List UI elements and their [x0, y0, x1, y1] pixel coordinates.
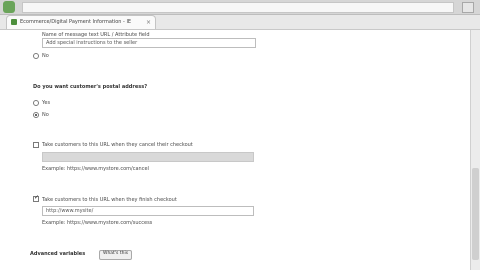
help-button[interactable]: What's this	[99, 250, 133, 260]
cancel-url-checkbox[interactable]	[33, 142, 39, 148]
settings-icon[interactable]	[462, 2, 474, 13]
browser-tab[interactable]: Ecommerce/Digital Payment Information - …	[6, 15, 156, 29]
message-no-label: No	[42, 53, 49, 59]
tab-title: Ecommerce/Digital Payment Information - …	[20, 19, 132, 25]
scrollbar-thumb[interactable]	[472, 168, 479, 260]
address-bar[interactable]	[22, 2, 454, 13]
vertical-scrollbar[interactable]	[470, 30, 480, 270]
tab-bar: Ecommerce/Digital Payment Information - …	[0, 15, 480, 30]
cancel-url-input[interactable]	[42, 152, 254, 162]
form-content: Name of message text URL / Attribute fie…	[0, 30, 470, 270]
close-tab-icon[interactable]: ×	[146, 16, 151, 29]
shipping-yes-radio[interactable]	[33, 100, 39, 106]
shipping-yes-label: Yes	[42, 100, 51, 106]
shipping-no-label: No	[42, 112, 49, 118]
message-no-radio[interactable]	[33, 53, 39, 59]
return-url-input[interactable]: http://www.mysite/	[42, 206, 254, 216]
message-field-input[interactable]: Add special instructions to the seller	[42, 38, 256, 48]
return-url-label: Take customers to this URL when they fin…	[42, 197, 177, 203]
back-button[interactable]	[3, 1, 15, 13]
shipping-no-radio[interactable]	[33, 112, 39, 118]
browser-toolbar	[0, 0, 480, 15]
shipping-question: Do you want customer's postal address?	[33, 84, 148, 90]
cancel-url-example: Example: https://www.mystore.com/cancel	[42, 166, 149, 172]
cancel-url-label: Take customers to this URL when they can…	[42, 142, 193, 148]
advanced-variables-label: Advanced variables	[30, 251, 86, 257]
return-url-example: Example: https://www.mystore.com/success	[42, 220, 153, 226]
page-favicon-icon	[11, 19, 17, 25]
return-url-checkbox[interactable]	[33, 194, 39, 202]
